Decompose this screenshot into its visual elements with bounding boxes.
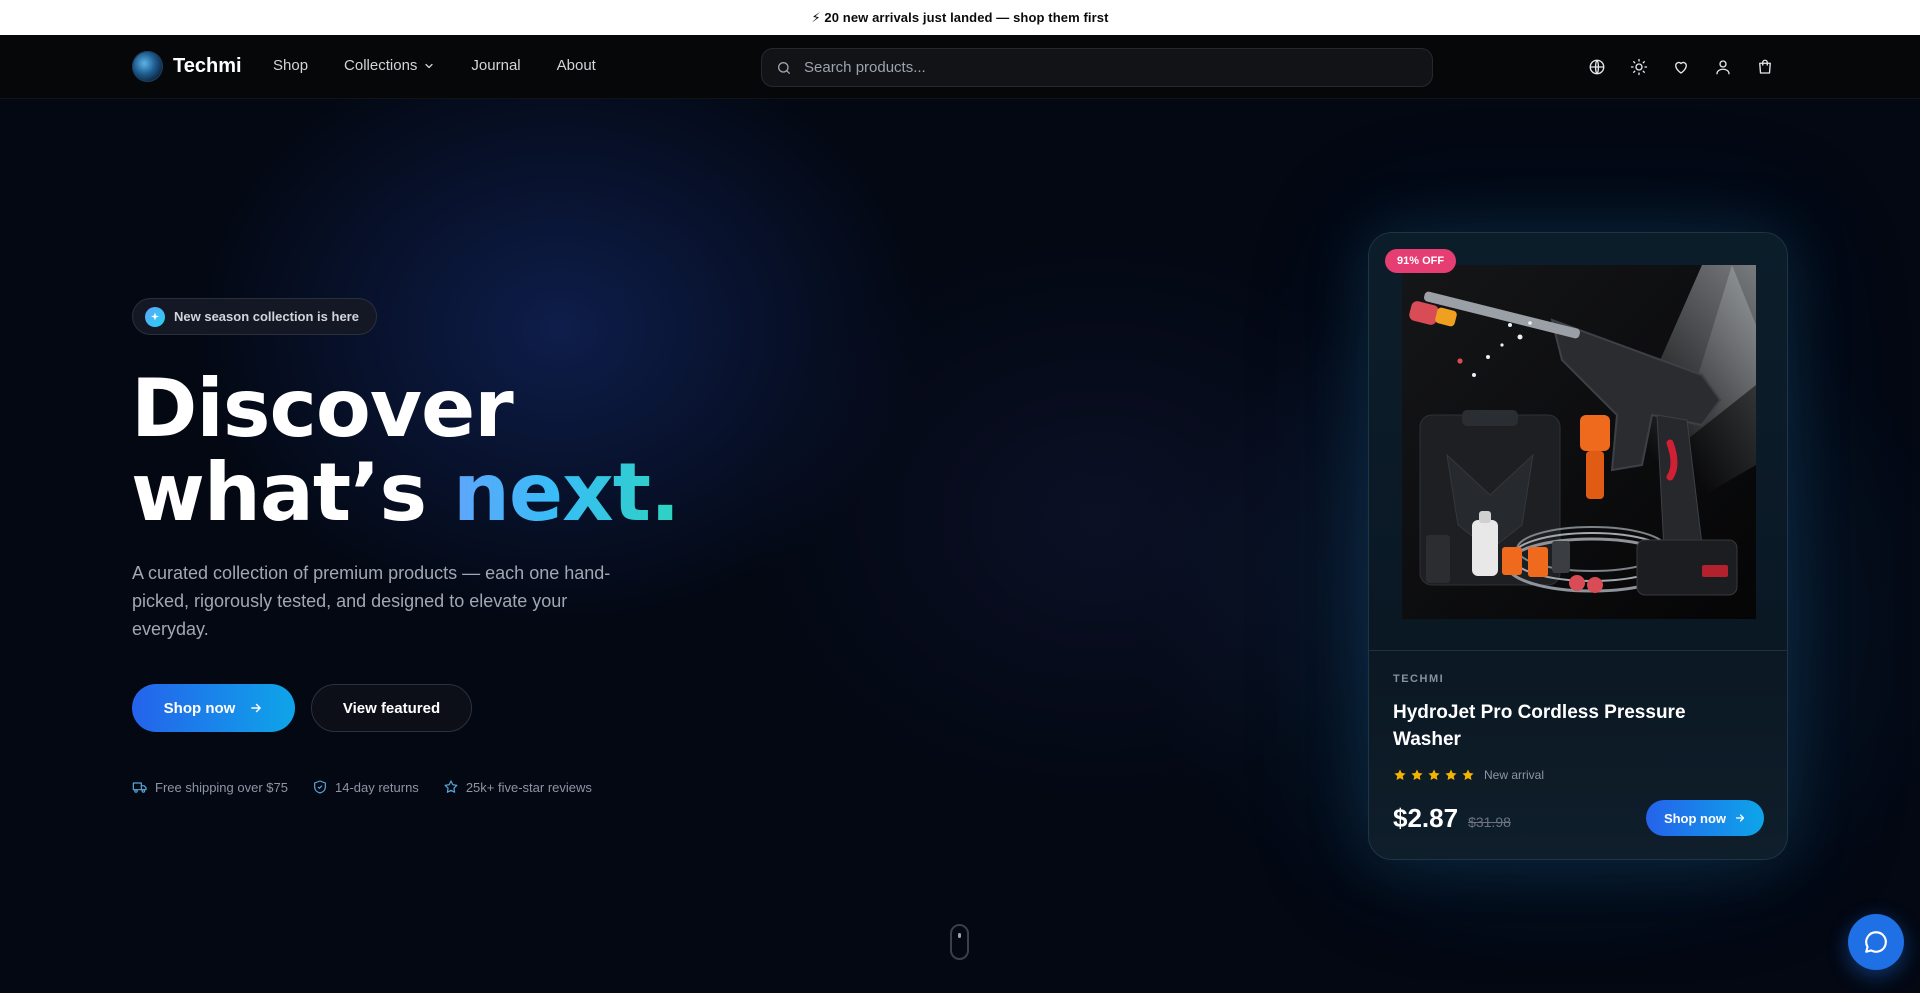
perk-returns: 14-day returns — [312, 779, 419, 795]
arrow-right-icon — [1735, 814, 1745, 822]
nav-item-label: Journal — [471, 57, 521, 74]
search-icon — [778, 61, 790, 74]
card-shop-now-button[interactable]: Shop now — [1646, 800, 1764, 836]
hero-section: New season collection is here Discover w… — [0, 99, 1920, 993]
product-rating: New arrival — [1393, 768, 1544, 782]
search-input[interactable] — [804, 59, 1404, 76]
account-button[interactable] — [1713, 57, 1733, 77]
shield-check-icon — [314, 780, 326, 794]
wishlist-button[interactable] — [1671, 57, 1691, 77]
scroll-dot — [958, 933, 961, 938]
search-bar[interactable] — [761, 48, 1433, 87]
user-icon — [1716, 60, 1730, 75]
nav-item-about[interactable]: About — [557, 57, 596, 74]
star-icon — [1462, 769, 1474, 780]
nav-item-label: About — [556, 57, 596, 74]
view-featured-button[interactable]: View featured — [311, 684, 472, 732]
perk-text: 25k+ five-star reviews — [465, 779, 592, 795]
cart-button[interactable] — [1755, 57, 1775, 77]
sparkle-icon — [145, 306, 165, 327]
nav-item-label: Collections — [344, 57, 418, 74]
globe-icon — [1589, 59, 1605, 75]
product-title[interactable]: HydroJet Pro Cordless Pressure Washer — [1393, 699, 1733, 753]
headline-line-1: Discover — [131, 362, 514, 455]
hero-subtext: A curated collection of premium products… — [132, 563, 611, 639]
headline-line-2: what’s — [131, 446, 453, 539]
truck-icon — [132, 782, 147, 793]
shop-now-button[interactable]: Shop now — [132, 684, 295, 732]
hero-headline: Discover what’s next. — [131, 367, 680, 535]
product-price: $2.87 $31.98 — [1393, 803, 1511, 834]
new-season-pill[interactable]: New season collection is here — [132, 298, 377, 335]
nav-item-collections[interactable]: Collections — [344, 57, 435, 74]
star-icon — [1428, 769, 1440, 780]
perk-text: 14-day returns — [334, 779, 419, 795]
perk-shipping: Free shipping over $75 — [132, 779, 288, 795]
chat-button[interactable] — [1848, 914, 1904, 970]
announcement-text: ⚡ 20 new arrivals just landed — shop the… — [811, 9, 1109, 25]
price-current: $2.87 — [1393, 803, 1459, 833]
headline-accent: next. — [452, 446, 680, 539]
rating-label: New arrival — [1484, 768, 1545, 782]
sun-icon — [1630, 58, 1648, 76]
product-brand: TECHMI — [1393, 673, 1445, 685]
pressure-washer-image — [1402, 265, 1756, 619]
nav-item-label: Shop — [273, 57, 309, 74]
star-icon — [1445, 769, 1457, 780]
star-icon — [1411, 769, 1423, 780]
brand-logo[interactable]: Techmi — [132, 51, 242, 82]
header-actions — [1587, 57, 1775, 77]
price-original: $31.98 — [1468, 814, 1511, 830]
theme-toggle-button[interactable] — [1629, 57, 1649, 77]
site-header: Techmi Shop Collections Journal About — [0, 35, 1920, 99]
arrow-right-icon — [251, 703, 262, 713]
heart-icon — [1675, 61, 1687, 74]
scroll-mouse-icon[interactable] — [950, 924, 969, 960]
announcement-bar: ⚡ 20 new arrivals just landed — shop the… — [0, 0, 1920, 35]
chat-bubble-icon — [1865, 931, 1887, 953]
perks-row: Free shipping over $75 14-day returns 25… — [132, 779, 592, 795]
cart-icon — [1759, 59, 1771, 74]
shop-now-label: Shop now — [163, 699, 236, 717]
brand-name: Techmi — [173, 55, 242, 77]
chevron-down-icon — [425, 63, 434, 68]
perk-text: Free shipping over $75 — [155, 779, 288, 795]
nav-item-journal[interactable]: Journal — [471, 57, 520, 74]
language-button[interactable] — [1587, 57, 1607, 77]
pill-text: New season collection is here — [174, 309, 359, 324]
star-icon — [1394, 769, 1406, 780]
star-outline-icon — [444, 780, 458, 793]
nav-item-shop[interactable]: Shop — [273, 57, 308, 74]
product-image-area: 91% OFF — [1369, 233, 1787, 651]
perk-reviews: 25k+ five-star reviews — [443, 779, 592, 795]
logo-mark-icon — [132, 51, 163, 82]
main-nav: Shop Collections Journal About — [273, 57, 632, 74]
card-shop-now-label: Shop now — [1663, 810, 1727, 826]
discount-badge: 91% OFF — [1385, 249, 1457, 273]
featured-product-card[interactable]: 91% OFF TECHMI HydroJet Pro Cordless Pre… — [1368, 232, 1788, 860]
product-image[interactable] — [1402, 265, 1756, 619]
